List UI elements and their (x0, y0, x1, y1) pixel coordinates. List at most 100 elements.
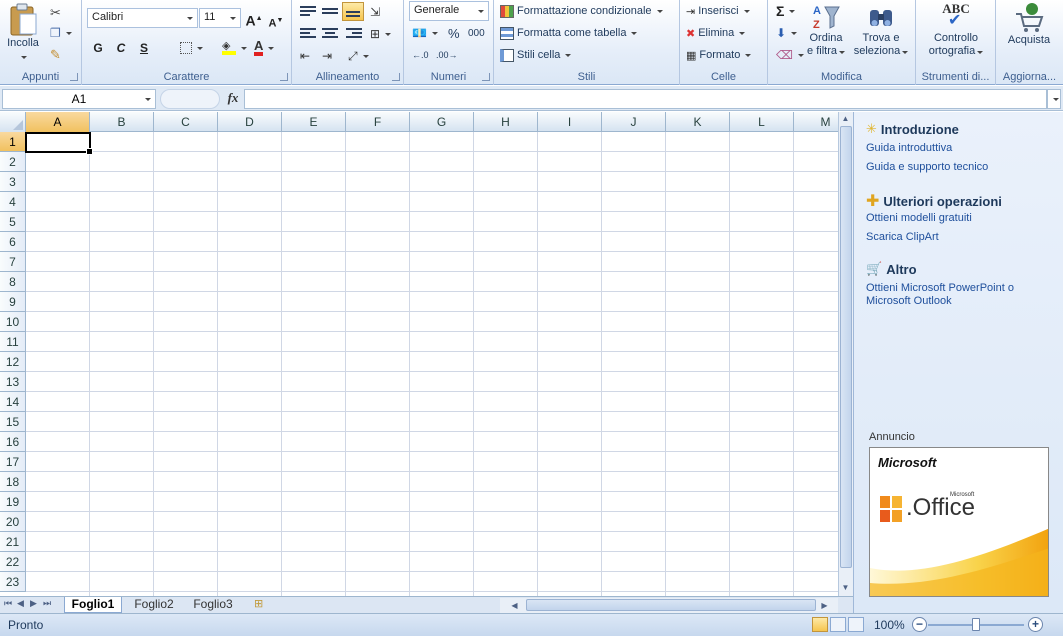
zoom-out-button[interactable]: − (912, 617, 927, 632)
select-all-corner[interactable] (0, 112, 26, 132)
row-header-13[interactable]: 13 (0, 372, 26, 392)
column-header-h[interactable]: H (474, 112, 538, 132)
row-header-20[interactable]: 20 (0, 512, 26, 532)
row-header-23[interactable]: 23 (0, 572, 26, 592)
underline-button[interactable]: S (134, 38, 154, 58)
row-header-15[interactable]: 15 (0, 412, 26, 432)
align-right-button[interactable] (346, 26, 362, 40)
clear-button[interactable]: ⌫ (776, 45, 804, 65)
scroll-down-arrow[interactable]: ▼ (839, 581, 852, 594)
merge-center-button[interactable]: ⊞ (370, 24, 392, 44)
normal-view-button[interactable] (812, 617, 828, 632)
allineamento-launcher[interactable] (392, 73, 400, 81)
format-painter-button[interactable]: ✎ (50, 45, 61, 65)
currency-button[interactable]: 💶 (412, 23, 438, 43)
row-header-2[interactable]: 2 (0, 152, 26, 172)
insert-function-button[interactable]: fx (222, 89, 244, 109)
thousands-button[interactable]: 000 (468, 23, 485, 43)
sheet-tab-foglio1[interactable]: Foglio1 (64, 597, 122, 613)
horizontal-scroll-thumb[interactable] (526, 599, 816, 611)
delete-cells-button[interactable]: ✖ Elimina (686, 23, 746, 43)
office-advertisement[interactable]: Microsoft Microsoft .Office (869, 447, 1049, 597)
horizontal-scrollbar[interactable]: ◀ ▶ (500, 598, 838, 613)
page-break-view-button[interactable] (848, 617, 864, 632)
cells-area[interactable] (26, 132, 838, 596)
number-format-select[interactable]: Generale (409, 1, 489, 21)
zoom-slider-thumb[interactable] (972, 618, 980, 631)
link-guida-introduttiva[interactable]: Guida introduttiva (866, 142, 1056, 155)
font-name-select[interactable]: Calibri (87, 8, 198, 28)
font-color-button[interactable]: A (254, 38, 275, 58)
spelling-button[interactable]: ABC ✔ Controllo ortografia (924, 2, 988, 58)
vertical-scrollbar[interactable]: ▲ ▼ (838, 112, 853, 596)
sheet-tab-foglio3[interactable]: Foglio3 (186, 597, 240, 613)
format-cells-button[interactable]: ▦ Formato (686, 45, 752, 65)
link-powerpoint-outlook[interactable]: Ottieni Microsoft PowerPoint o Microsoft… (866, 282, 1026, 308)
row-header-9[interactable]: 9 (0, 292, 26, 312)
name-box[interactable]: A1 (2, 89, 156, 109)
column-header-k[interactable]: K (666, 112, 730, 132)
insert-sheet-icon[interactable]: ⊞ (254, 597, 263, 610)
paste-button[interactable]: Incolla (3, 3, 43, 63)
cut-button[interactable]: ✂ (50, 3, 61, 23)
align-center-button[interactable] (322, 26, 338, 40)
autosum-button[interactable]: Σ (776, 1, 796, 21)
scroll-right-arrow[interactable]: ▶ (818, 599, 831, 612)
column-header-j[interactable]: J (602, 112, 666, 132)
align-bottom-button[interactable] (342, 2, 364, 21)
carattere-launcher[interactable] (280, 73, 288, 81)
scroll-up-arrow[interactable]: ▲ (839, 112, 852, 125)
column-header-m[interactable]: M (794, 112, 838, 132)
row-header-1[interactable]: 1 (0, 132, 26, 152)
row-header-22[interactable]: 22 (0, 552, 26, 572)
find-select-button[interactable]: Trova e seleziona (852, 2, 910, 58)
row-header-11[interactable]: 11 (0, 332, 26, 352)
column-header-l[interactable]: L (730, 112, 794, 132)
next-sheet-icon[interactable]: ▶ (30, 598, 37, 609)
row-header-7[interactable]: 7 (0, 252, 26, 272)
align-left-button[interactable] (300, 26, 316, 40)
row-header-21[interactable]: 21 (0, 532, 26, 552)
row-header-4[interactable]: 4 (0, 192, 26, 212)
orientation-button[interactable]: ⇲ (370, 2, 380, 22)
column-header-e[interactable]: E (282, 112, 346, 132)
link-guida-supporto[interactable]: Guida e supporto tecnico (866, 161, 1056, 174)
row-header-10[interactable]: 10 (0, 312, 26, 332)
shrink-font-button[interactable]: A▼ (266, 11, 286, 31)
cell-styles-button[interactable]: Stili cella (500, 45, 572, 65)
sort-filter-button[interactable]: AZ Ordina e filtra (804, 2, 848, 58)
align-middle-button[interactable] (322, 6, 338, 20)
numeri-launcher[interactable] (482, 73, 490, 81)
conditional-formatting-button[interactable]: Formattazione condizionale (500, 1, 663, 21)
row-header-14[interactable]: 14 (0, 392, 26, 412)
row-header-12[interactable]: 12 (0, 352, 26, 372)
first-sheet-icon[interactable]: ⏮ (4, 598, 12, 609)
link-clipart[interactable]: Scarica ClipArt (866, 231, 1056, 244)
percent-button[interactable]: % (448, 23, 460, 43)
column-header-a[interactable]: A (26, 112, 90, 132)
scroll-left-arrow[interactable]: ◀ (508, 599, 521, 612)
sheet-tab-foglio2[interactable]: Foglio2 (127, 597, 181, 613)
appunti-launcher[interactable] (70, 73, 78, 81)
row-header-18[interactable]: 18 (0, 472, 26, 492)
row-header-8[interactable]: 8 (0, 272, 26, 292)
last-sheet-icon[interactable]: ⏭ (43, 598, 51, 609)
column-header-b[interactable]: B (90, 112, 154, 132)
column-header-g[interactable]: G (410, 112, 474, 132)
row-header-17[interactable]: 17 (0, 452, 26, 472)
row-header-16[interactable]: 16 (0, 432, 26, 452)
active-cell[interactable] (25, 132, 93, 155)
column-header-f[interactable]: F (346, 112, 410, 132)
copy-button[interactable]: ❐ (50, 23, 72, 43)
decrease-decimal-button[interactable]: .00→ (436, 45, 458, 65)
row-header-6[interactable]: 6 (0, 232, 26, 252)
vertical-scroll-thumb[interactable] (840, 126, 852, 568)
fill-button[interactable]: ⬇ (776, 23, 798, 43)
zoom-level[interactable]: 100% (874, 618, 905, 632)
buy-button[interactable]: Acquista (1000, 2, 1058, 47)
borders-button[interactable] (180, 38, 203, 58)
increase-indent-button[interactable]: ⇥ (322, 46, 332, 66)
italic-button[interactable]: C (111, 38, 131, 58)
row-header-19[interactable]: 19 (0, 492, 26, 512)
grow-font-button[interactable]: A▲ (244, 9, 264, 29)
